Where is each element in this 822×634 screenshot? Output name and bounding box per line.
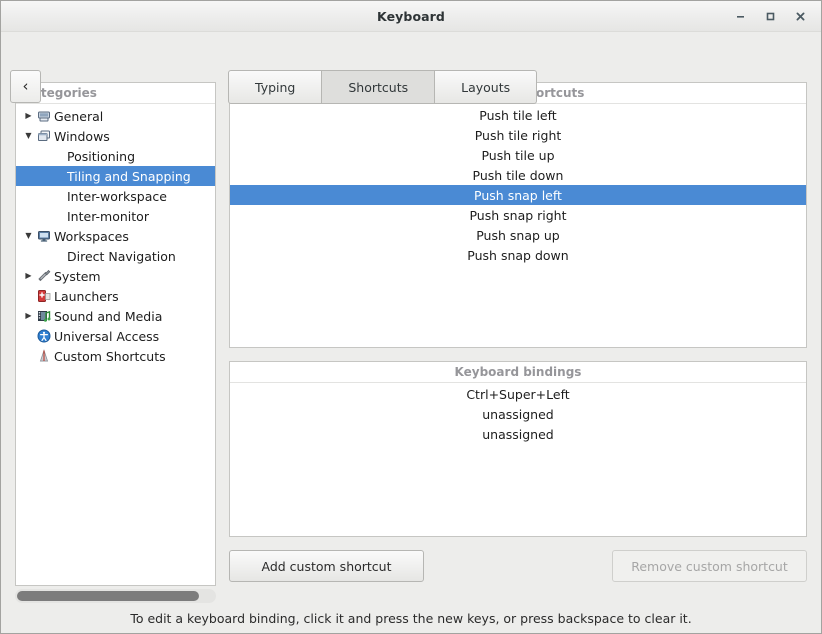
categories-column: Categories ▶ General [15,82,216,603]
minimize-button[interactable] [725,2,755,30]
launchers-icon [35,289,53,303]
sidebar-item-label: Universal Access [53,329,159,344]
window-controls [725,1,815,31]
sidebar-item-direct-navigation[interactable]: Direct Navigation [16,246,215,266]
sidebar-item-label: Windows [53,129,110,144]
categories-panel: Categories ▶ General [15,82,216,586]
list-item[interactable]: Push tile down [230,165,806,185]
status-bar: To edit a keyboard binding, click it and… [1,603,821,633]
sidebar-item-positioning[interactable]: Positioning [16,146,215,166]
sidebar-horizontal-scrollbar[interactable] [15,589,216,603]
maximize-button[interactable] [755,2,785,30]
keyboard-bindings-header: Keyboard bindings [230,362,806,383]
list-item[interactable]: Push snap up [230,225,806,245]
list-item[interactable]: Ctrl+Super+Left [230,384,806,404]
remove-custom-shortcut-button: Remove custom shortcut [612,550,807,582]
keyboard-bindings-list[interactable]: Ctrl+Super+Left unassigned unassigned [230,383,806,536]
tab-typing[interactable]: Typing [228,70,322,104]
sidebar-item-sound-and-media[interactable]: ▶ [16,306,215,326]
sidebar-item-label: Inter-workspace [66,189,167,204]
tab-layouts[interactable]: Layouts [435,70,537,104]
sidebar-item-windows[interactable]: ▼ Windows [16,126,215,146]
sidebar-item-label: Workspaces [53,229,129,244]
sidebar-item-label: General [53,109,103,124]
list-item[interactable]: Push tile right [230,125,806,145]
sidebar-item-launchers[interactable]: ▶ Launchers [16,286,215,306]
custom-shortcuts-icon [35,349,53,363]
close-button[interactable] [785,2,815,30]
sidebar-item-system[interactable]: ▶ System [16,266,215,286]
sidebar-item-tiling-and-snapping[interactable]: Tiling and Snapping [16,166,215,186]
chevron-down-icon[interactable]: ▼ [22,232,35,240]
chevron-right-icon[interactable]: ▶ [22,312,35,320]
sidebar-item-label: Positioning [66,149,135,164]
keyboard-shortcuts-list[interactable]: Push tile left Push tile right Push tile… [230,104,806,347]
list-item[interactable]: unassigned [230,424,806,444]
chevron-down-icon[interactable]: ▼ [22,132,35,140]
title-bar: Keyboard [1,1,821,32]
sidebar-item-label: Direct Navigation [66,249,176,264]
chevron-right-icon[interactable]: ▶ [22,112,35,120]
sidebar-item-label: Launchers [53,289,119,304]
list-item-selected[interactable]: Push snap left [230,185,806,205]
sidebar-item-label: Sound and Media [53,309,162,324]
workspaces-icon [35,229,53,243]
list-item[interactable]: unassigned [230,404,806,424]
keyboard-shortcuts-panel: Keyboard shortcuts Push tile left Push t… [229,82,807,348]
sidebar-item-label: System [53,269,101,284]
sidebar-item-general[interactable]: ▶ General [16,106,215,126]
system-icon [35,269,53,283]
sidebar-scrollbar-thumb[interactable] [17,591,199,601]
action-buttons: Add custom shortcut Remove custom shortc… [229,550,807,582]
right-column: Keyboard shortcuts Push tile left Push t… [229,82,807,603]
main-content: Categories ▶ General [1,82,821,603]
tab-shortcuts[interactable]: Shortcuts [322,70,435,104]
toolbar: ‹ Typing Shortcuts Layouts [1,32,821,82]
list-item[interactable]: Push snap down [230,245,806,265]
sidebar-item-label: Tiling and Snapping [66,169,191,184]
sidebar-item-label: Custom Shortcuts [53,349,166,364]
windows-icon [35,129,53,143]
keyboard-settings-window: Keyboard ‹ Typing Shortcuts Layouts [0,0,822,634]
add-custom-shortcut-button[interactable]: Add custom shortcut [229,550,424,582]
categories-header: Categories [16,83,215,104]
sound-media-icon [35,309,53,323]
sidebar-item-inter-monitor[interactable]: Inter-monitor [16,206,215,226]
universal-access-icon [35,329,53,343]
sidebar-item-universal-access[interactable]: ▶ Universal Access [16,326,215,346]
keyboard-bindings-panel: Keyboard bindings Ctrl+Super+Left unassi… [229,361,807,537]
list-item[interactable]: Push tile left [230,105,806,125]
general-icon [35,109,53,123]
window-title: Keyboard [377,9,445,24]
sidebar-item-label: Inter-monitor [66,209,149,224]
categories-tree[interactable]: ▶ General ▼ [16,104,215,585]
back-button[interactable]: ‹ [10,70,41,103]
sidebar-item-workspaces[interactable]: ▼ Workspaces [16,226,215,246]
tab-group: Typing Shortcuts Layouts [228,70,537,104]
sidebar-item-custom-shortcuts[interactable]: ▶ Custom Shortcuts [16,346,215,366]
chevron-right-icon[interactable]: ▶ [22,272,35,280]
list-item[interactable]: Push snap right [230,205,806,225]
sidebar-item-inter-workspace[interactable]: Inter-workspace [16,186,215,206]
list-item[interactable]: Push tile up [230,145,806,165]
chevron-left-icon: ‹ [23,79,29,94]
